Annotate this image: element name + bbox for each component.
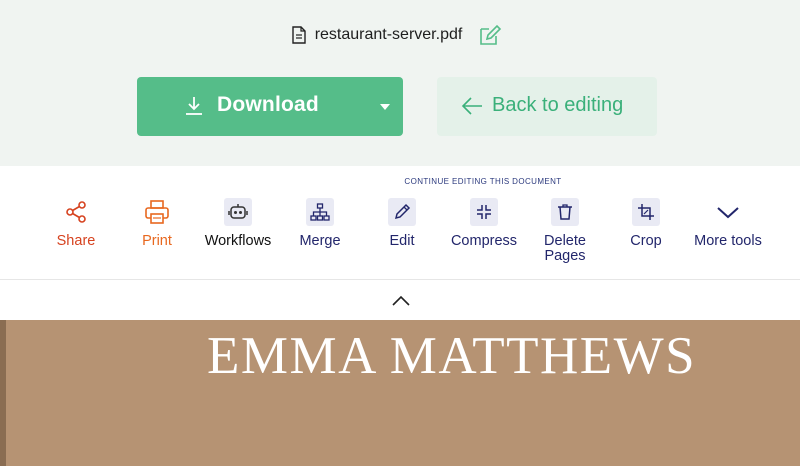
tool-label: Crop	[630, 233, 662, 249]
tool-label: Compress	[450, 233, 518, 249]
toolbar-collapse-row	[0, 281, 800, 320]
tool-label: Delete Pages	[544, 233, 586, 264]
tool-label: Edit	[389, 233, 415, 249]
robot-icon	[224, 198, 252, 226]
printer-icon	[143, 198, 171, 226]
pencil-icon	[388, 198, 416, 226]
tool-print[interactable]: Print	[112, 198, 202, 249]
compress-arrows-icon	[470, 198, 498, 226]
export-panel: restaurant-server.pdf Download Back to e…	[0, 0, 800, 166]
chevron-down-icon	[714, 198, 742, 226]
tool-label: Share	[56, 233, 96, 249]
file-title-row: restaurant-server.pdf	[0, 22, 800, 48]
share-icon	[62, 198, 90, 226]
tool-edit[interactable]: Edit	[357, 198, 447, 249]
file-name: restaurant-server.pdf	[314, 26, 463, 43]
tool-label: Print	[142, 233, 172, 249]
resume-name-heading: EMMA MATTHEWS	[207, 327, 697, 385]
download-button[interactable]: Download	[137, 77, 403, 136]
tool-crop[interactable]: Crop	[601, 198, 691, 249]
tool-workflows[interactable]: Workflows	[193, 198, 283, 249]
chevron-up-icon[interactable]	[392, 295, 410, 307]
tool-share[interactable]: Share	[31, 198, 121, 249]
merge-hierarchy-icon	[306, 198, 334, 226]
download-icon	[186, 97, 202, 115]
crop-icon	[632, 198, 660, 226]
back-to-editing-button[interactable]: Back to editing	[437, 77, 657, 136]
tool-delete-pages[interactable]: Delete Pages	[520, 198, 610, 264]
arrow-left-icon	[461, 97, 482, 115]
download-options-caret-icon[interactable]	[380, 104, 390, 110]
tool-label: More tools	[694, 233, 762, 249]
tool-more-tools[interactable]: More tools	[683, 198, 773, 249]
trash-icon	[551, 198, 579, 226]
rename-edit-icon[interactable]	[478, 24, 502, 46]
download-label: Download	[217, 93, 319, 116]
tools-toolbar: CONTINUE EDITING THIS DOCUMENT Share Pri…	[0, 166, 800, 280]
toolbar-caption: CONTINUE EDITING THIS DOCUMENT	[404, 177, 562, 186]
tool-label: Merge	[299, 233, 341, 249]
tool-label: Workflows	[204, 233, 272, 249]
page-edge	[0, 320, 6, 466]
back-to-editing-label: Back to editing	[492, 94, 624, 116]
document-preview: EMMA MATTHEWS	[0, 320, 800, 466]
document-icon	[291, 26, 306, 44]
tool-merge[interactable]: Merge	[275, 198, 365, 249]
tool-compress[interactable]: Compress	[439, 198, 529, 249]
